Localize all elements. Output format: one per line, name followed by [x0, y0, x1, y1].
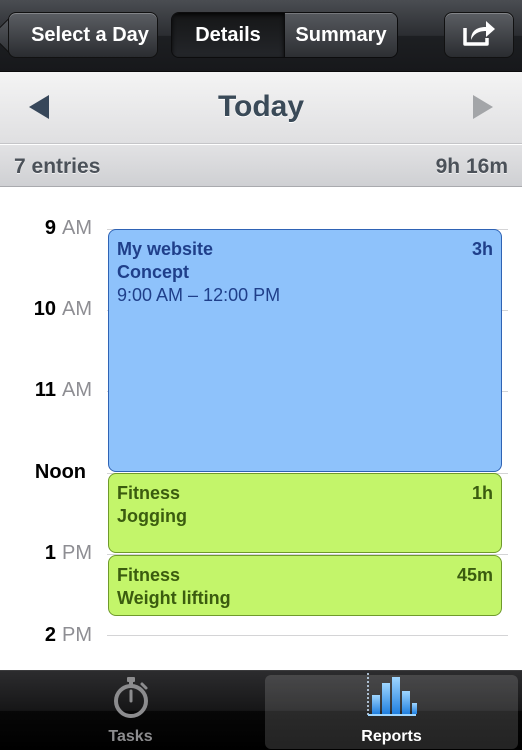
hour-label-2pm: 2 PM — [0, 624, 92, 647]
hour-label-noon: Noon — [0, 461, 92, 484]
event-fitness-jogging[interactable]: Fitness Jogging 1h — [108, 473, 502, 553]
event-duration: 1h — [471, 483, 493, 503]
day-header: Today — [0, 72, 522, 144]
hour-label-9am: 9 AM — [0, 217, 92, 240]
segment-details[interactable]: Details — [172, 13, 284, 57]
tab-reports[interactable]: Reports — [261, 671, 522, 750]
hour-line — [107, 635, 508, 636]
tab-tasks-label: Tasks — [108, 728, 153, 745]
event-duration: 45m — [456, 565, 493, 585]
stopwatch-icon — [111, 675, 151, 724]
event-task: Jogging — [117, 506, 187, 526]
share-button[interactable] — [444, 12, 514, 58]
event-task: Concept — [117, 262, 189, 282]
view-segmented-control: Details Summary — [171, 12, 398, 58]
segment-summary[interactable]: Summary — [284, 13, 397, 57]
hour-number: 11 — [34, 379, 56, 401]
event-duration: 3h — [471, 239, 493, 259]
select-a-day-button[interactable]: Select a Day — [8, 12, 158, 58]
triangle-right-icon — [471, 94, 495, 125]
summary-bar: 7 entries 9h 16m — [0, 145, 522, 187]
hour-number: Noon — [34, 461, 86, 483]
event-project: My website — [117, 239, 214, 259]
tab-tasks[interactable]: Tasks — [0, 671, 261, 750]
share-arrow-icon — [461, 18, 497, 53]
segment-details-label: Details — [195, 23, 261, 46]
event-project: Fitness — [117, 483, 181, 503]
hour-suffix: PM — [62, 542, 92, 564]
tab-bar: Tasks Reports — [0, 670, 522, 750]
event-task: Weight lifting — [117, 588, 231, 608]
total-duration: 9h 16m — [435, 155, 508, 178]
navigation-bar: Select a Day Details Summary — [0, 0, 522, 72]
event-my-website-concept[interactable]: My website Concept 9:00 AM – 12:00 PM 3h — [108, 229, 502, 472]
hour-suffix: PM — [62, 624, 92, 646]
event-fitness-weight-lifting[interactable]: Fitness Weight lifting 45m — [108, 555, 502, 616]
hour-suffix: AM — [62, 217, 92, 239]
hour-number: 2 — [44, 624, 56, 646]
tab-reports-label: Reports — [361, 728, 422, 745]
day-timeline[interactable]: 9 AM 10 AM 11 AM Noon 1 PM 2 PM My website Co… — [0, 188, 522, 670]
segment-summary-label: Summary — [295, 23, 387, 46]
hour-suffix: AM — [62, 379, 92, 401]
next-day-button[interactable] — [468, 94, 498, 124]
hour-label-10am: 10 AM — [0, 298, 92, 321]
event-project: Fitness — [117, 565, 181, 585]
back-button-label: Select a Day — [31, 23, 149, 46]
hour-number: 9 — [44, 217, 56, 239]
entries-count: 7 entries — [14, 155, 101, 178]
hour-suffix: AM — [62, 298, 92, 320]
hour-number: 1 — [44, 542, 56, 564]
hour-label-11am: 11 AM — [0, 379, 92, 402]
event-time-range: 9:00 AM – 12:00 PM — [117, 285, 281, 305]
hour-label-1pm: 1 PM — [0, 542, 92, 565]
bar-chart-icon — [366, 671, 418, 724]
day-title: Today — [217, 90, 305, 123]
hour-number: 10 — [33, 298, 56, 320]
